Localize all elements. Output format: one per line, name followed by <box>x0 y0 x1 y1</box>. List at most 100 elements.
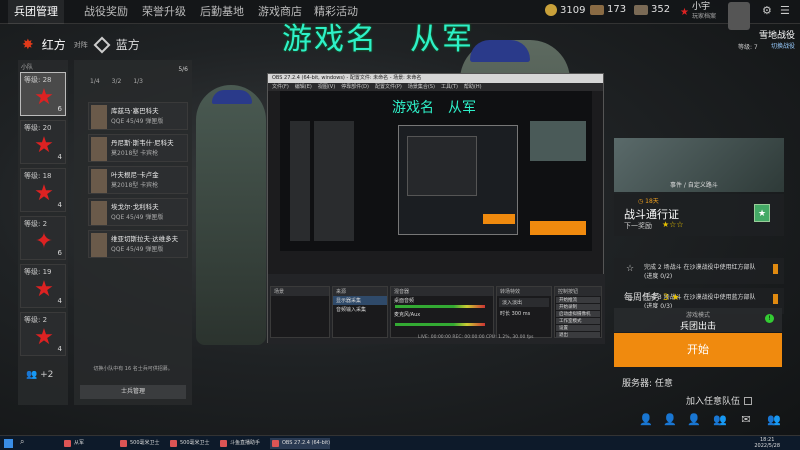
system-clock[interactable]: 18:21 2022/5/28 <box>754 437 780 449</box>
soldier-name: 叶夫根尼·卡卢金 <box>111 171 159 179</box>
transition-select[interactable]: 淡入淡出 <box>499 298 549 307</box>
server-label[interactable]: 服务器: 任意 <box>622 376 673 389</box>
silver-coin-icon <box>545 4 557 16</box>
obs-menu-item[interactable]: 配置文件(P) <box>375 83 402 91</box>
taskbar-item[interactable]: OBS 27.2.4 (64-bit) <box>270 438 331 449</box>
tab-campaign-rewards[interactable]: 战役奖励 <box>78 0 134 24</box>
soldier-row[interactable]: 丹尼斯·斯韦什·尼科夫 莫2018型 卡宾枪 <box>88 134 188 162</box>
ticket-b-resource: 352 <box>634 4 670 15</box>
random-squad-toggle[interactable]: 加入任意队伍 <box>686 394 753 407</box>
obs-menu-item[interactable]: 文件(F) <box>272 83 289 91</box>
friends-icon[interactable]: 👥 <box>712 413 728 427</box>
squad-header: 小队 <box>21 64 34 71</box>
menu-icon[interactable]: ☰ <box>780 4 790 17</box>
player-subtitle: 玩家档案 <box>691 13 716 20</box>
mission-item[interactable]: ☆ 完成 2 场战斗 在沙漠战役中使用红方部队 (进度 0/2) <box>614 258 784 284</box>
people-icon: 👥 <box>26 370 38 380</box>
taskbar-item[interactable]: 500毫米卫士 <box>168 438 210 449</box>
mortar-squad-icon: ★ <box>34 325 54 350</box>
obs-menu-item[interactable]: 场景集合(S) <box>408 83 435 91</box>
studio-mode-button[interactable]: 工作室模式 <box>556 318 600 324</box>
rifle-squad-icon: ★ <box>34 85 54 110</box>
add-friend-icon[interactable]: 👤 <box>686 413 702 427</box>
clock-icon: ◷ <box>638 198 644 205</box>
red-faction-label[interactable]: 红方 <box>42 36 66 53</box>
soldier-portrait <box>91 137 107 161</box>
obs-menu-item[interactable]: 编辑(E) <box>295 83 312 91</box>
settings-gear-icon[interactable]: ⚙ <box>762 4 772 17</box>
nested-orange-button <box>483 214 515 224</box>
soldier-portrait <box>91 105 107 129</box>
blue-faction-label[interactable]: 蓝方 <box>116 36 140 53</box>
soldier-weapon: QQE 45/49 弹匣版 <box>111 214 164 221</box>
soldier-row[interactable]: 库兹马·塞巴科夫 QQE 45/49 弹匣版 <box>88 102 188 130</box>
obs-menu-item[interactable]: 工具(T) <box>441 83 458 91</box>
player-avatar[interactable] <box>728 2 750 30</box>
more-squads-button[interactable]: 👥 +2 <box>26 370 53 380</box>
squad-card[interactable]: 等级: 2 ★ 4 <box>20 312 66 356</box>
obs-menu-item[interactable]: 帮助(H) <box>464 83 482 91</box>
taskbar-item[interactable]: 500毫米卫士 <box>118 438 160 449</box>
sources-dock: 来源 显示器采集 音频输入采集 <box>332 286 388 338</box>
soldier-row[interactable]: 埃戈尔·戈利科夫 QQE 45/49 弹匣版 <box>88 198 188 226</box>
campaign-title: 雪地战役 <box>758 31 795 41</box>
tab-honor-upgrade[interactable]: 荣誉升级 <box>136 0 192 24</box>
obs-preview[interactable]: 游戏名 从军 <box>280 91 592 251</box>
start-streaming-button[interactable]: 开始推流 <box>556 297 600 303</box>
transitions-dock: 转场特效 淡入淡出 时长 300 ms <box>496 286 552 338</box>
random-squad-label: 加入任意队伍 <box>686 397 741 407</box>
player-profile[interactable]: ★ 小宇 玩家档案 <box>680 2 716 22</box>
squad-card[interactable]: 等级: 28 ★ 6 <box>20 72 66 116</box>
game-mode-selector[interactable]: 游戏模式 兵团出击 ! <box>614 308 782 332</box>
soldier-row[interactable]: 维亚切斯拉夫·达维多夫 QQE 45/49 弹匣版 <box>88 230 188 258</box>
reward-badge-icon: ★ <box>754 204 770 222</box>
squad-card[interactable]: 等级: 18 ★ 4 <box>20 168 66 212</box>
squad-card[interactable]: 等级: 2 ✦ 6 <box>20 216 66 260</box>
duration-value[interactable]: 300 ms <box>512 311 531 317</box>
obs-title-bar[interactable]: OBS 27.2.4 (64-bit, windows) - 配置文件: 未命名… <box>268 74 603 83</box>
soldier-management-button[interactable]: 士兵管理 <box>80 385 186 399</box>
weekly-stars: 3 <box>662 293 669 303</box>
obs-dock-area: 场景 来源 显示器采集 音频输入采集 混音器 桌面音频 麦克风/Aux 转场特效… <box>268 274 605 344</box>
soldier-name: 库兹马·塞巴科夫 <box>111 107 159 115</box>
stream-overlay-title: 游戏名 从军 <box>282 22 474 57</box>
squad-count: 4 <box>57 345 62 353</box>
weekly-tasks[interactable]: 每周任务 3 ★ <box>624 290 680 303</box>
pass-timer: ◷ 18天 <box>638 196 659 205</box>
controls-dock: 控制按钮 开始推流 开始录制 启动虚拟摄像机 工作室模式 设置 退出 <box>554 286 602 338</box>
soldier-row[interactable]: 叶夫根尼·卡卢金 莫2018型 卡宾枪 <box>88 166 188 194</box>
source-item[interactable]: 音频输入采集 <box>333 305 387 314</box>
blue-faction-icon <box>93 36 111 53</box>
taskbar-item[interactable]: 斗鱼直播助手 <box>218 438 260 449</box>
obs-menu-item[interactable]: 视图(V) <box>318 83 335 91</box>
pass-header[interactable]: ◷ 18天 战斗通行证 下一奖励 ★☆☆ ★ <box>614 194 784 236</box>
event-label: 事件 / 自定义路斗 <box>670 182 718 189</box>
virtual-camera-button[interactable]: 启动虚拟摄像机 <box>556 311 600 317</box>
scenes-dock: 场景 <box>270 286 330 338</box>
start-recording-button[interactable]: 开始录制 <box>556 304 600 310</box>
search-icon[interactable]: ⌕ <box>20 437 24 447</box>
ticket-icon <box>590 4 604 15</box>
messages-icon[interactable]: ✉ <box>738 413 754 427</box>
tab-squad-management[interactable]: 兵团管理 <box>8 0 64 24</box>
squad-card[interactable]: 等级: 19 ★ 4 <box>20 264 66 308</box>
squad-card[interactable]: 等级: 20 ★ 4 <box>20 120 66 164</box>
obs-menu-item[interactable]: 停靠部件(D) <box>341 83 369 91</box>
taskbar-item[interactable]: 从军 <box>62 438 84 449</box>
add-friend-icon[interactable]: 👤 <box>662 413 678 427</box>
tab-logistics[interactable]: 后勤基地 <box>194 0 250 24</box>
squad-sidebar: 小队 等级: 28 ★ 6 等级: 20 ★ 4 等级: 18 ★ 4 等级: … <box>18 60 68 405</box>
windows-start-icon[interactable] <box>4 439 13 448</box>
squad-level: 等级: 20 <box>24 124 52 132</box>
settings-button[interactable]: 设置 <box>556 325 600 331</box>
checkbox[interactable] <box>744 396 753 405</box>
exit-button[interactable]: 退出 <box>556 332 600 338</box>
info-icon[interactable]: ! <box>765 314 774 323</box>
squad-count: 4 <box>57 297 62 305</box>
source-item[interactable]: 显示器采集 <box>333 296 387 305</box>
mixer-channel-label: 桌面音频 <box>394 298 415 304</box>
group-icon[interactable]: 👥 <box>766 413 782 427</box>
event-banner[interactable]: 事件 / 自定义路斗 <box>614 138 784 192</box>
add-friend-icon[interactable]: 👤 <box>638 413 654 427</box>
start-button[interactable]: 开始 <box>614 333 782 367</box>
